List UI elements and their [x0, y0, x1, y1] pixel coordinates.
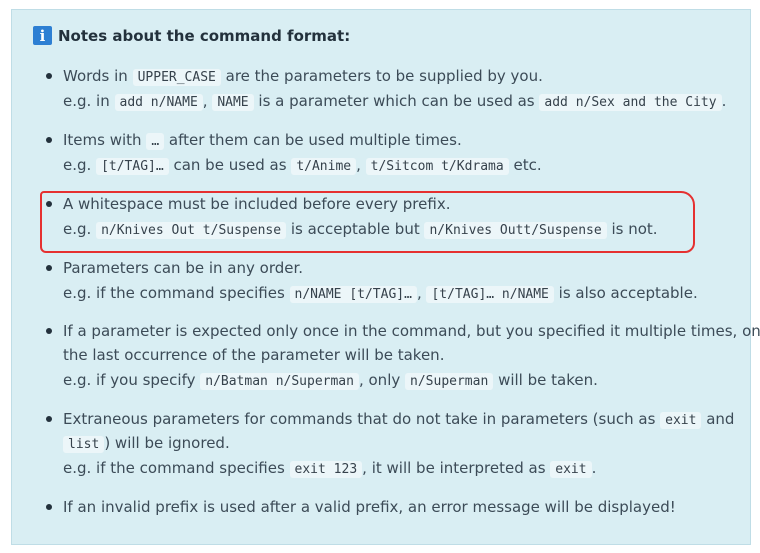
code-snippet: t/Anime [291, 158, 357, 175]
code-snippet: [t/TAG]… [96, 158, 169, 175]
item-line: the last occurrence of the parameter wil… [63, 346, 445, 364]
bullet [46, 328, 52, 334]
item-line: Items with … after them can be used mult… [63, 131, 462, 150]
item-line: Words in UPPER_CASE are the parameters t… [63, 67, 543, 86]
code-snippet: add n/Sex and the City [539, 94, 722, 111]
code-snippet: [t/TAG]… n/NAME [426, 286, 554, 303]
code-snippet: n/NAME [t/TAG]… [289, 286, 417, 303]
code-snippet: t/Sitcom t/Kdrama [365, 158, 509, 175]
bullet [46, 265, 52, 271]
code-snippet: add n/NAME [114, 94, 203, 111]
item-line: If a parameter is expected only once in … [63, 322, 760, 340]
code-snippet: exit 123 [289, 461, 363, 478]
item-line: Extraneous parameters for commands that … [63, 410, 735, 429]
code-snippet: n/Batman n/Superman [200, 373, 359, 390]
notes-header: i Notes about the command format: [33, 26, 350, 45]
bullet [46, 416, 52, 422]
info-icon: i [33, 26, 52, 45]
item-line: e.g. if the command specifies n/NAME [t/… [63, 284, 698, 303]
code-snippet: n/Superman [405, 373, 494, 390]
code-snippet: exit [660, 412, 702, 429]
code-snippet: list [63, 436, 105, 453]
item-line: Parameters can be in any order. [63, 259, 304, 277]
item-line: e.g. if you specify n/Batman n/Superman,… [63, 371, 598, 390]
item-line: list) will be ignored. [63, 431, 230, 457]
notes-title: Notes about the command format: [58, 26, 351, 45]
item-line: e.g. [t/TAG]… can be used as t/Anime, t/… [63, 156, 542, 175]
code-snippet: … [146, 133, 165, 150]
notes-panel: i Notes about the command format: Words … [11, 9, 760, 545]
bullet [46, 504, 52, 510]
item-line: If an invalid prefix is used after a val… [63, 498, 676, 516]
item-line: e.g. if the command specifies exit 123, … [63, 459, 597, 478]
code-snippet: NAME [212, 94, 254, 111]
bullet [46, 137, 52, 143]
item-line: e.g. in add n/NAME, NAME is a parameter … [63, 92, 727, 111]
code-snippet: exit [550, 461, 592, 478]
code-snippet: UPPER_CASE [132, 69, 221, 86]
red-highlight-annotation [40, 191, 695, 253]
bullet [46, 73, 52, 79]
